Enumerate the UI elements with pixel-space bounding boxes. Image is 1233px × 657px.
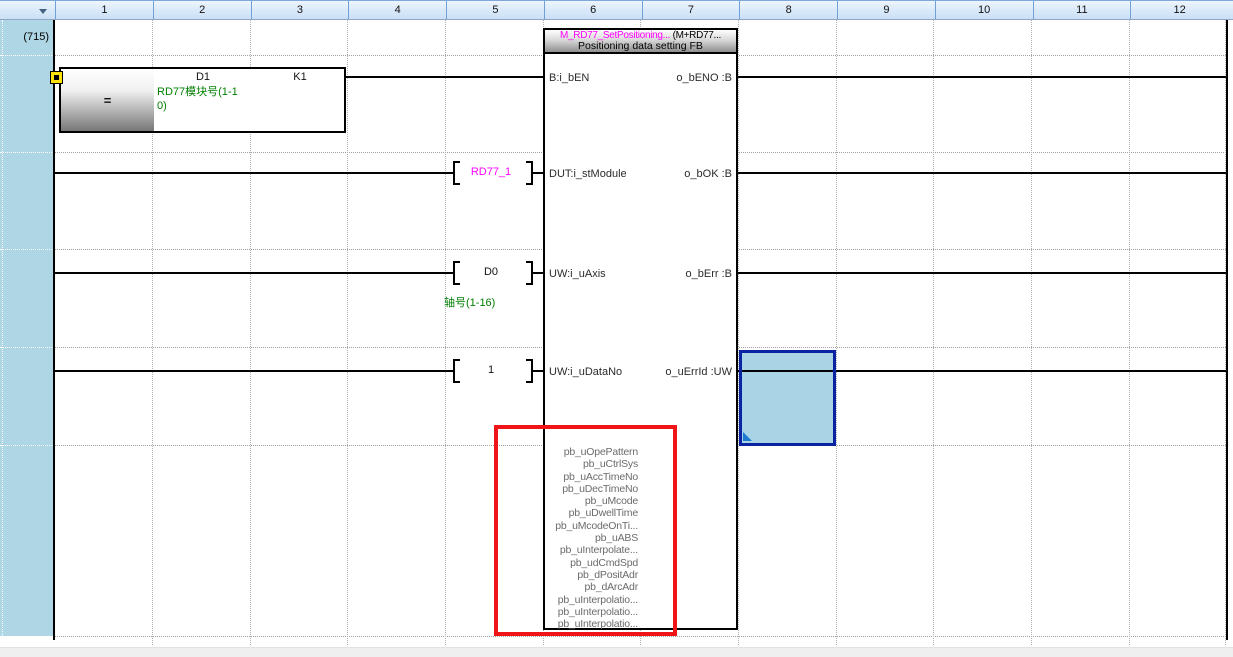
fb-input-operand[interactable]: 1 <box>455 364 527 377</box>
rung-wire <box>738 272 1227 274</box>
fb-output-pin[interactable]: o_bErr :B <box>686 268 732 281</box>
fb-input-pin[interactable]: UW:i_uDataNo <box>549 366 622 379</box>
column-header-11[interactable]: 11 <box>1033 1 1131 19</box>
column-header-5[interactable]: 5 <box>446 1 544 19</box>
fb-subtitle: Positioning data setting FB <box>545 41 736 52</box>
column-header-9[interactable]: 9 <box>837 1 935 19</box>
left-margin <box>0 20 54 636</box>
column-header-4[interactable]: 4 <box>348 1 446 19</box>
rung-wire <box>346 76 543 78</box>
compare-operator: = <box>61 93 154 108</box>
fb-input-operand[interactable]: RD77_1 <box>455 166 527 179</box>
left-power-rail <box>53 20 55 640</box>
grid-row-line-margin <box>0 347 54 348</box>
rung-number: (715) <box>0 31 49 44</box>
selected-cell-border <box>739 350 836 446</box>
ladder-editor: (715) = D1 K1 RD77模块号(1-10) RD77_1 D0 轴号(1… <box>0 0 1233 657</box>
grid-column-line <box>836 20 837 645</box>
grid-column-line <box>933 20 934 645</box>
column-header-corner[interactable] <box>0 1 55 19</box>
fb-input-pin[interactable]: DUT:i_stModule <box>549 168 627 181</box>
column-header-row: 123456789101112 <box>0 0 1233 20</box>
fb-input-pin[interactable]: UW:i_uAxis <box>549 268 606 281</box>
rung-wire <box>738 76 1227 78</box>
bottom-scroll-strip[interactable] <box>0 647 1233 657</box>
red-highlight-rectangle <box>494 425 677 636</box>
grid-column-line <box>1129 20 1130 645</box>
operand-comment: 轴号(1-16) <box>444 296 524 310</box>
compare-instruction-block[interactable]: = D1 K1 RD77模块号(1-10) <box>59 67 346 133</box>
grid-column-line <box>347 20 348 645</box>
operand-k1[interactable]: K1 <box>252 71 348 83</box>
connection-point-marker[interactable] <box>50 71 63 84</box>
rung-wire <box>738 172 1227 174</box>
operand-d1-comment: RD77模块号(1-10) <box>157 85 245 113</box>
grid-margin-edge-line <box>2 20 3 636</box>
fb-output-pin[interactable]: o_uErrId :UW <box>665 366 732 379</box>
grid-column-line <box>445 20 446 645</box>
function-block-header: M_RD77_SetPositioning... (M+RD77... Posi… <box>545 30 736 54</box>
operand-bracket-right-icon <box>526 261 533 285</box>
grid-row-line-margin <box>0 636 54 637</box>
column-header-10[interactable]: 10 <box>935 1 1033 19</box>
operand-bracket-right-icon <box>526 359 533 383</box>
right-power-rail <box>1226 20 1228 640</box>
rung-wire <box>54 272 453 274</box>
rung-wire <box>54 370 453 372</box>
rung-wire <box>533 172 543 174</box>
rung-wire <box>54 172 453 174</box>
compare-operator-cell[interactable]: = <box>61 69 154 131</box>
column-header-1[interactable]: 1 <box>55 1 153 19</box>
column-header-12[interactable]: 12 <box>1130 1 1228 19</box>
grid-row-line-margin <box>0 445 54 446</box>
operand-bracket-right-icon <box>526 161 533 185</box>
fb-output-pin[interactable]: o_bOK :B <box>684 168 732 181</box>
fb-input-pin[interactable]: B:i_bEN <box>549 72 589 85</box>
column-header-3[interactable]: 3 <box>251 1 349 19</box>
grid-column-line <box>738 20 739 645</box>
column-header-8[interactable]: 8 <box>739 1 837 19</box>
grid-column-line <box>1031 20 1032 645</box>
column-header-2[interactable]: 2 <box>153 1 251 19</box>
rung-wire <box>533 272 543 274</box>
column-header-6[interactable]: 6 <box>544 1 642 19</box>
fb-input-operand[interactable]: D0 <box>455 266 527 279</box>
operand-d1[interactable]: D1 <box>154 71 252 83</box>
column-header-7[interactable]: 7 <box>642 1 740 19</box>
grid-row-line-margin <box>0 249 54 250</box>
grid-row-line-margin <box>0 152 54 153</box>
dropdown-arrow-icon <box>39 9 47 14</box>
grid-row-line-margin <box>0 55 54 56</box>
rung-wire <box>533 370 543 372</box>
fb-output-pin[interactable]: o_bENO :B <box>676 72 732 85</box>
